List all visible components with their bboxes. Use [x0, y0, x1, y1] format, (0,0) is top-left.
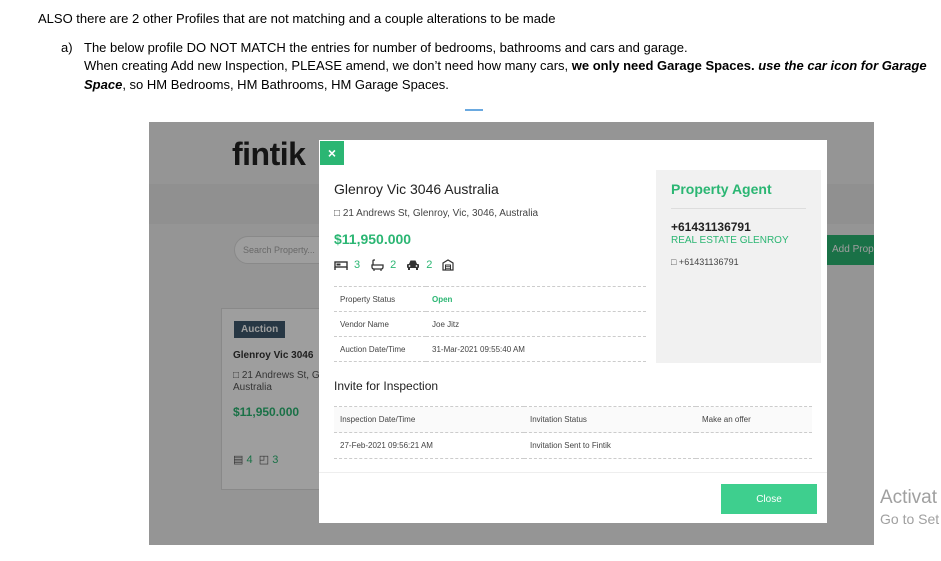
document-line-4: Space, so HM Bedrooms, HM Bathrooms, HM …: [84, 77, 449, 92]
close-button[interactable]: Close: [721, 484, 817, 514]
detail-value: Joe Jitz: [426, 311, 646, 337]
inspection-date: 27-Feb-2021 09:56:21 AM: [334, 432, 524, 459]
divider: [671, 208, 806, 209]
line4-bold-italic: Space: [84, 77, 123, 92]
column-header: Make an offer: [696, 406, 812, 433]
divider: [319, 472, 827, 473]
line3-bold-italic: use the car icon for Garage: [758, 58, 927, 73]
detail-label: Auction Date/Time: [334, 336, 426, 362]
garage-icon: [442, 259, 454, 271]
detail-label: Vendor Name: [334, 311, 426, 337]
bed-icon: [334, 259, 348, 271]
line3-bold: we only need Garage Spaces.: [571, 58, 755, 73]
make-offer-cell[interactable]: [696, 432, 812, 459]
table-header-row: Inspection Date/Time Invitation Status M…: [334, 406, 812, 433]
detail-value: 31-Mar-2021 09:55:40 AM: [426, 336, 646, 362]
table-row: 27-Feb-2021 09:56:21 AM Invitation Sent …: [334, 432, 812, 459]
line4-plain: , so HM Bedrooms, HM Bathrooms, HM Garag…: [122, 77, 449, 92]
table-row: Vendor Name Joe Jitz: [334, 311, 646, 337]
modal-features: 3 2 2: [334, 259, 454, 271]
agent-phone[interactable]: +61431136791: [671, 220, 751, 234]
column-header: Inspection Date/Time: [334, 406, 524, 433]
bedrooms-count: 3: [354, 259, 361, 271]
property-details-table: Property Status Open Vendor Name Joe Jit…: [334, 286, 646, 362]
detail-value-status: Open: [426, 286, 646, 312]
app-topbar: [149, 108, 874, 122]
agent-agency: REAL ESTATE GLENROY: [671, 235, 789, 246]
agent-phone-secondary[interactable]: □ +61431136791: [671, 257, 739, 267]
car-icon: [406, 259, 420, 271]
list-marker: a): [61, 40, 73, 55]
bath-icon: [370, 259, 384, 271]
close-icon[interactable]: ×: [320, 141, 344, 165]
line3-plain: When creating Add new Inspection, PLEASE…: [84, 58, 572, 73]
invite-heading: Invite for Inspection: [334, 379, 439, 393]
detail-label: Property Status: [334, 286, 426, 312]
property-modal: Glenroy Vic 3046 Australia □ 21 Andrews …: [319, 140, 827, 523]
column-header: Invitation Status: [524, 406, 696, 433]
invite-table: Inspection Date/Time Invitation Status M…: [334, 406, 812, 459]
document-line-2: The below profile DO NOT MATCH the entri…: [84, 40, 688, 55]
activation-watermark-line1: Activat: [880, 487, 938, 508]
topbar-marker: [465, 109, 483, 111]
document-line-3: When creating Add new Inspection, PLEASE…: [84, 58, 927, 73]
table-row: Property Status Open: [334, 286, 646, 312]
property-agent-panel: Property Agent +61431136791 REAL ESTATE …: [656, 170, 821, 363]
modal-address: □ 21 Andrews St, Glenroy, Vic, 3046, Aus…: [334, 208, 539, 219]
agent-heading: Property Agent: [671, 181, 772, 197]
bathrooms-count: 2: [390, 259, 397, 271]
activation-watermark-line2: Go to Set: [880, 511, 940, 527]
table-row: Auction Date/Time 31-Mar-2021 09:55:40 A…: [334, 336, 646, 362]
invitation-status: Invitation Sent to Fintik: [524, 432, 696, 459]
modal-price: $11,950.000: [334, 231, 412, 247]
document-line-1: ALSO there are 2 other Profiles that are…: [38, 11, 556, 26]
modal-title: Glenroy Vic 3046 Australia: [334, 181, 499, 197]
cars-count: 2: [426, 259, 433, 271]
